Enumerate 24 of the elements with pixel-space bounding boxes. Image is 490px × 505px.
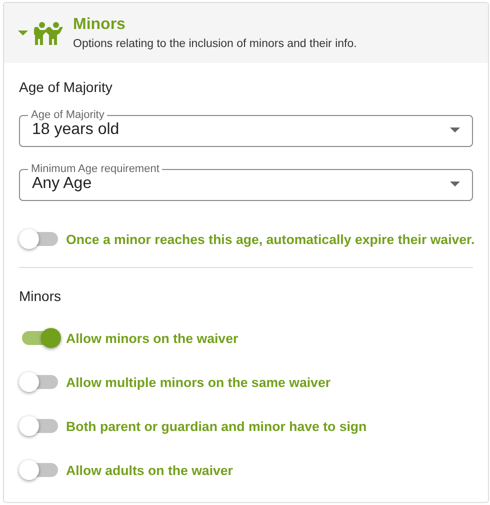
section-heading: Minors xyxy=(19,288,62,304)
toggle-label: Once a minor reaches this age, automatically expire their waiver. xyxy=(66,232,475,246)
panel-subtitle: Options relating to the inclusion of minors and their info. xyxy=(73,38,357,50)
field-label: Age of Majority xyxy=(30,109,106,121)
select-value: Any Age xyxy=(32,175,93,193)
age-select[interactable]: Age of Majority 18 years old xyxy=(19,109,473,147)
toggle-label: Allow minors on the waiver xyxy=(66,330,238,346)
field-label: Minimum Age requirement xyxy=(30,163,160,175)
panel-title: Minors xyxy=(73,16,126,34)
dropdown-caret-icon xyxy=(450,127,460,133)
section-heading: Age of Majority xyxy=(19,79,114,95)
children-icon xyxy=(34,21,64,45)
toggle-label: Allow multiple minors on the same waiver xyxy=(66,374,331,390)
age-select[interactable]: Minimum Age requirement Any Age xyxy=(19,163,473,201)
toggle-switch[interactable] xyxy=(22,419,58,433)
toggle-label: Allow adults on the waiver xyxy=(66,462,233,478)
toggle-switch[interactable] xyxy=(22,375,58,389)
dropdown-caret-icon xyxy=(450,181,460,187)
select-value: 18 years old xyxy=(32,121,120,139)
toggle-label: Both parent or guardian and minor have to sign xyxy=(66,418,367,434)
toggle-switch[interactable] xyxy=(22,331,58,345)
toggle-switch[interactable] xyxy=(22,463,58,477)
collapse-caret-icon[interactable] xyxy=(18,30,28,36)
toggle-switch[interactable] xyxy=(22,232,58,246)
